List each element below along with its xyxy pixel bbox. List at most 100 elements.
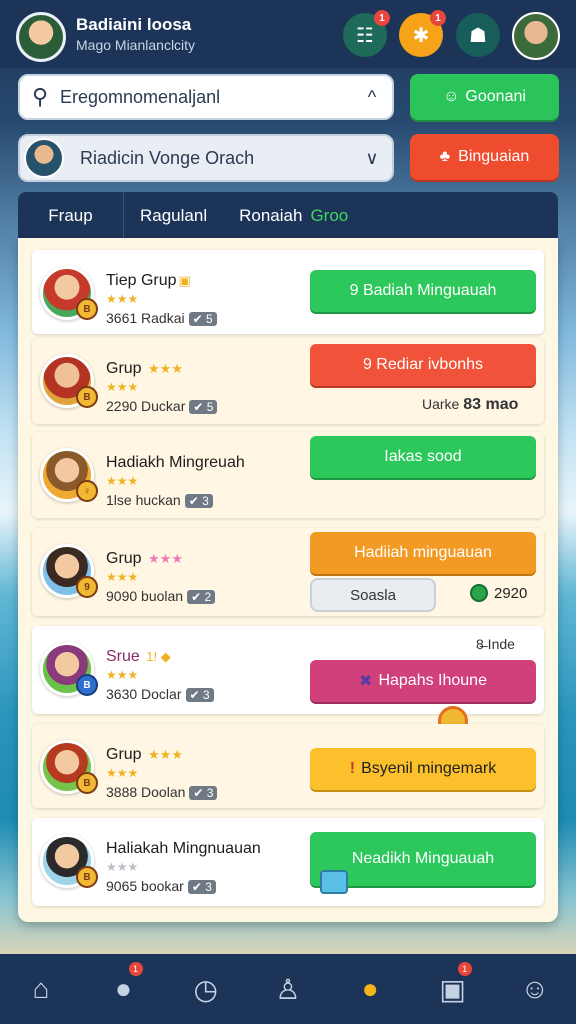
nav-person[interactable]: ☺ [494,954,576,1024]
avatar-badge: B [76,298,98,320]
tab-fraup[interactable]: Fraup [18,192,124,240]
gem-icon: 1! ◆ [146,649,171,664]
list-item[interactable]: B Grup ★★★ ★★★ 2290 Duckar ✔ 5 9 Rediar i… [32,338,544,424]
rating-stars: ★★★ [106,474,139,488]
nav-home[interactable]: ⌂ [0,954,82,1024]
group-name-row: Grup ★★★ [106,746,183,764]
group-selector-value: Riadicin Vonge Orach [80,147,255,168]
gift-icon: ✱ [412,24,430,47]
gift-button[interactable]: ✱ 1 [399,10,446,57]
go-button[interactable]: ☺ Goonani [410,74,559,120]
nav-profile[interactable]: ● 1 [82,954,164,1024]
action-label: Bsyenil mingemark [361,760,497,777]
level-badge: ✔ 2 [187,590,216,604]
list-item[interactable]: B Grup ★★★ ★★★ 3888 Doolan ✔ 3 ! Bsyenil m… [32,724,544,808]
bottom-nav: ⌂ ● 1 ◷ ♙ ● ▣ 1 ☺ [0,954,576,1024]
member-count: 9065 bookar [106,878,184,894]
avatar-badge: 9 [76,576,98,598]
gift-icon: ▣ [439,973,466,1005]
list-item[interactable]: B Srue 1! ◆ ★★★ 3630 Doclar ✔ 3 8̶ Inde ✖… [32,626,544,714]
nav-gift-badge: 1 [457,962,472,976]
nav-clock[interactable]: ◷ [165,954,247,1024]
member-count: 3888 Doolan [106,784,186,800]
action-button[interactable]: Iakas sood [310,436,536,478]
action-button[interactable]: 9 Rediar ivbonhs [310,344,536,386]
group-name: Grup [106,746,142,763]
coin-count: 2920 [470,584,527,602]
member-count: 2290 Duckar [106,398,186,414]
list-item[interactable]: B Tiep Grup ▣ ★★★ 3661 Radkai ✔ 5 9 Badiah… [32,250,544,334]
profile-subtitle: Mago Mianlanclcity [76,37,196,53]
chat-icon: ☷ [356,24,374,47]
rating-stars: ★★★ [106,860,139,874]
side-value: 83 mao [463,396,519,413]
action-button[interactable]: ! Bsyenil mingemark [310,748,536,790]
chat-badge: 1 [374,10,390,26]
group-selector[interactable]: Riadicin Vonge Orach ∨ [18,134,394,182]
rating-stars: ★★★ [106,292,139,306]
friends-button[interactable]: ☗ [456,13,500,57]
group-name: Haliakah Mingnuauan [106,840,261,857]
group-name-row: Srue 1! ◆ [106,648,171,666]
tab-ronaiah[interactable]: Ronaiah [223,192,310,240]
level-badge: ✔ 3 [185,688,214,702]
stars-deco-icon: ★★★ [148,747,183,762]
action-button[interactable]: 9 Badiah Minguauah [310,270,536,312]
nav-gift[interactable]: ▣ 1 [411,954,493,1024]
person-icon: ☺ [520,973,550,1004]
profile-avatar[interactable] [16,12,66,62]
stars-deco-icon: ★★★ [148,361,183,376]
group-meta: 3630 Doclar ✔ 3 [106,686,214,702]
chat-button[interactable]: ☷ 1 [343,10,390,57]
rating-stars: ★★★ [106,570,139,584]
side-info: Uarke 83 mao [422,396,518,414]
smile-icon: ☺ [443,88,460,105]
rating-stars: ★★★ [106,380,139,394]
list-item[interactable]: B Haliakah Mingnuauan ★★★ 9065 bookar ✔ 3… [32,818,544,906]
level-badge: ✔ 5 [189,400,218,414]
group-meta: 3661 Radkai ✔ 5 [106,310,217,326]
profile-icon: ● [114,973,132,1004]
group-name-row: Grup ★★★ [106,360,183,378]
search-icon: ⚲ [31,84,49,109]
search-input[interactable]: ⚲ Eregomnomenaljanl ^ [18,74,394,120]
badge-icon: ▣ [178,273,191,288]
side-label: 8̶ Inde [476,636,515,652]
chevron-down-icon: ∨ [365,147,379,168]
action-button[interactable]: Hadiiah minguauan [310,532,536,574]
coin-count-value: 2920 [494,584,528,602]
list-item[interactable]: ♀ Hadiakh Mingreuah ★★★ 1lse huckan ✔ 3 I… [32,432,544,518]
chevron-up-icon[interactable]: ^ [352,87,392,108]
level-badge: ✔ 3 [187,880,216,894]
member-count: 9090 buolan [106,588,184,604]
member-count: 3630 Doclar [106,686,182,702]
member-count: 1lse huckan [106,492,181,508]
group-meta: 9090 buolan ✔ 2 [106,588,216,604]
tab-groo[interactable]: Groo [310,192,364,240]
group-name: Tiep Grup [106,272,177,289]
nav-profile-badge: 1 [128,962,143,976]
level-badge: ✔ 3 [184,494,213,508]
invite-button-label: Binguaian [458,148,530,165]
group-meta: 1lse huckan ✔ 3 [106,492,213,508]
level-badge: ✔ 5 [188,312,217,326]
home-icon: ⌂ [32,973,50,1004]
action-button[interactable]: ✖ Hapahs Ihoune [310,660,536,702]
go-button-label: Goonani [465,88,526,105]
group-list: B Tiep Grup ▣ ★★★ 3661 Radkai ✔ 5 9 Badiah… [18,238,558,922]
friend-avatar[interactable] [512,12,560,60]
club-icon: ♣ [439,148,451,165]
group-name-row: Grup ★★★ [106,550,183,568]
invite-button[interactable]: ♣ Binguaian [410,134,559,180]
group-name: Srue [106,648,140,665]
tool-icon: ✖ [359,673,373,690]
list-item[interactable]: 9 Grup ★★★ ★★★ 9090 buolan ✔ 2 Hadiiah mi… [32,528,544,616]
group-name: Hadiakh Mingreuah [106,454,245,471]
tab-ragulanl[interactable]: Ragulanl [124,192,223,240]
group-name: Grup [106,550,142,567]
nav-group[interactable]: ● [329,954,411,1024]
user-outline-icon: ♙ [275,973,301,1005]
secondary-button[interactable]: Soasla [310,578,436,612]
nav-user[interactable]: ♙ [247,954,329,1024]
rating-stars: ★★★ [106,668,139,682]
